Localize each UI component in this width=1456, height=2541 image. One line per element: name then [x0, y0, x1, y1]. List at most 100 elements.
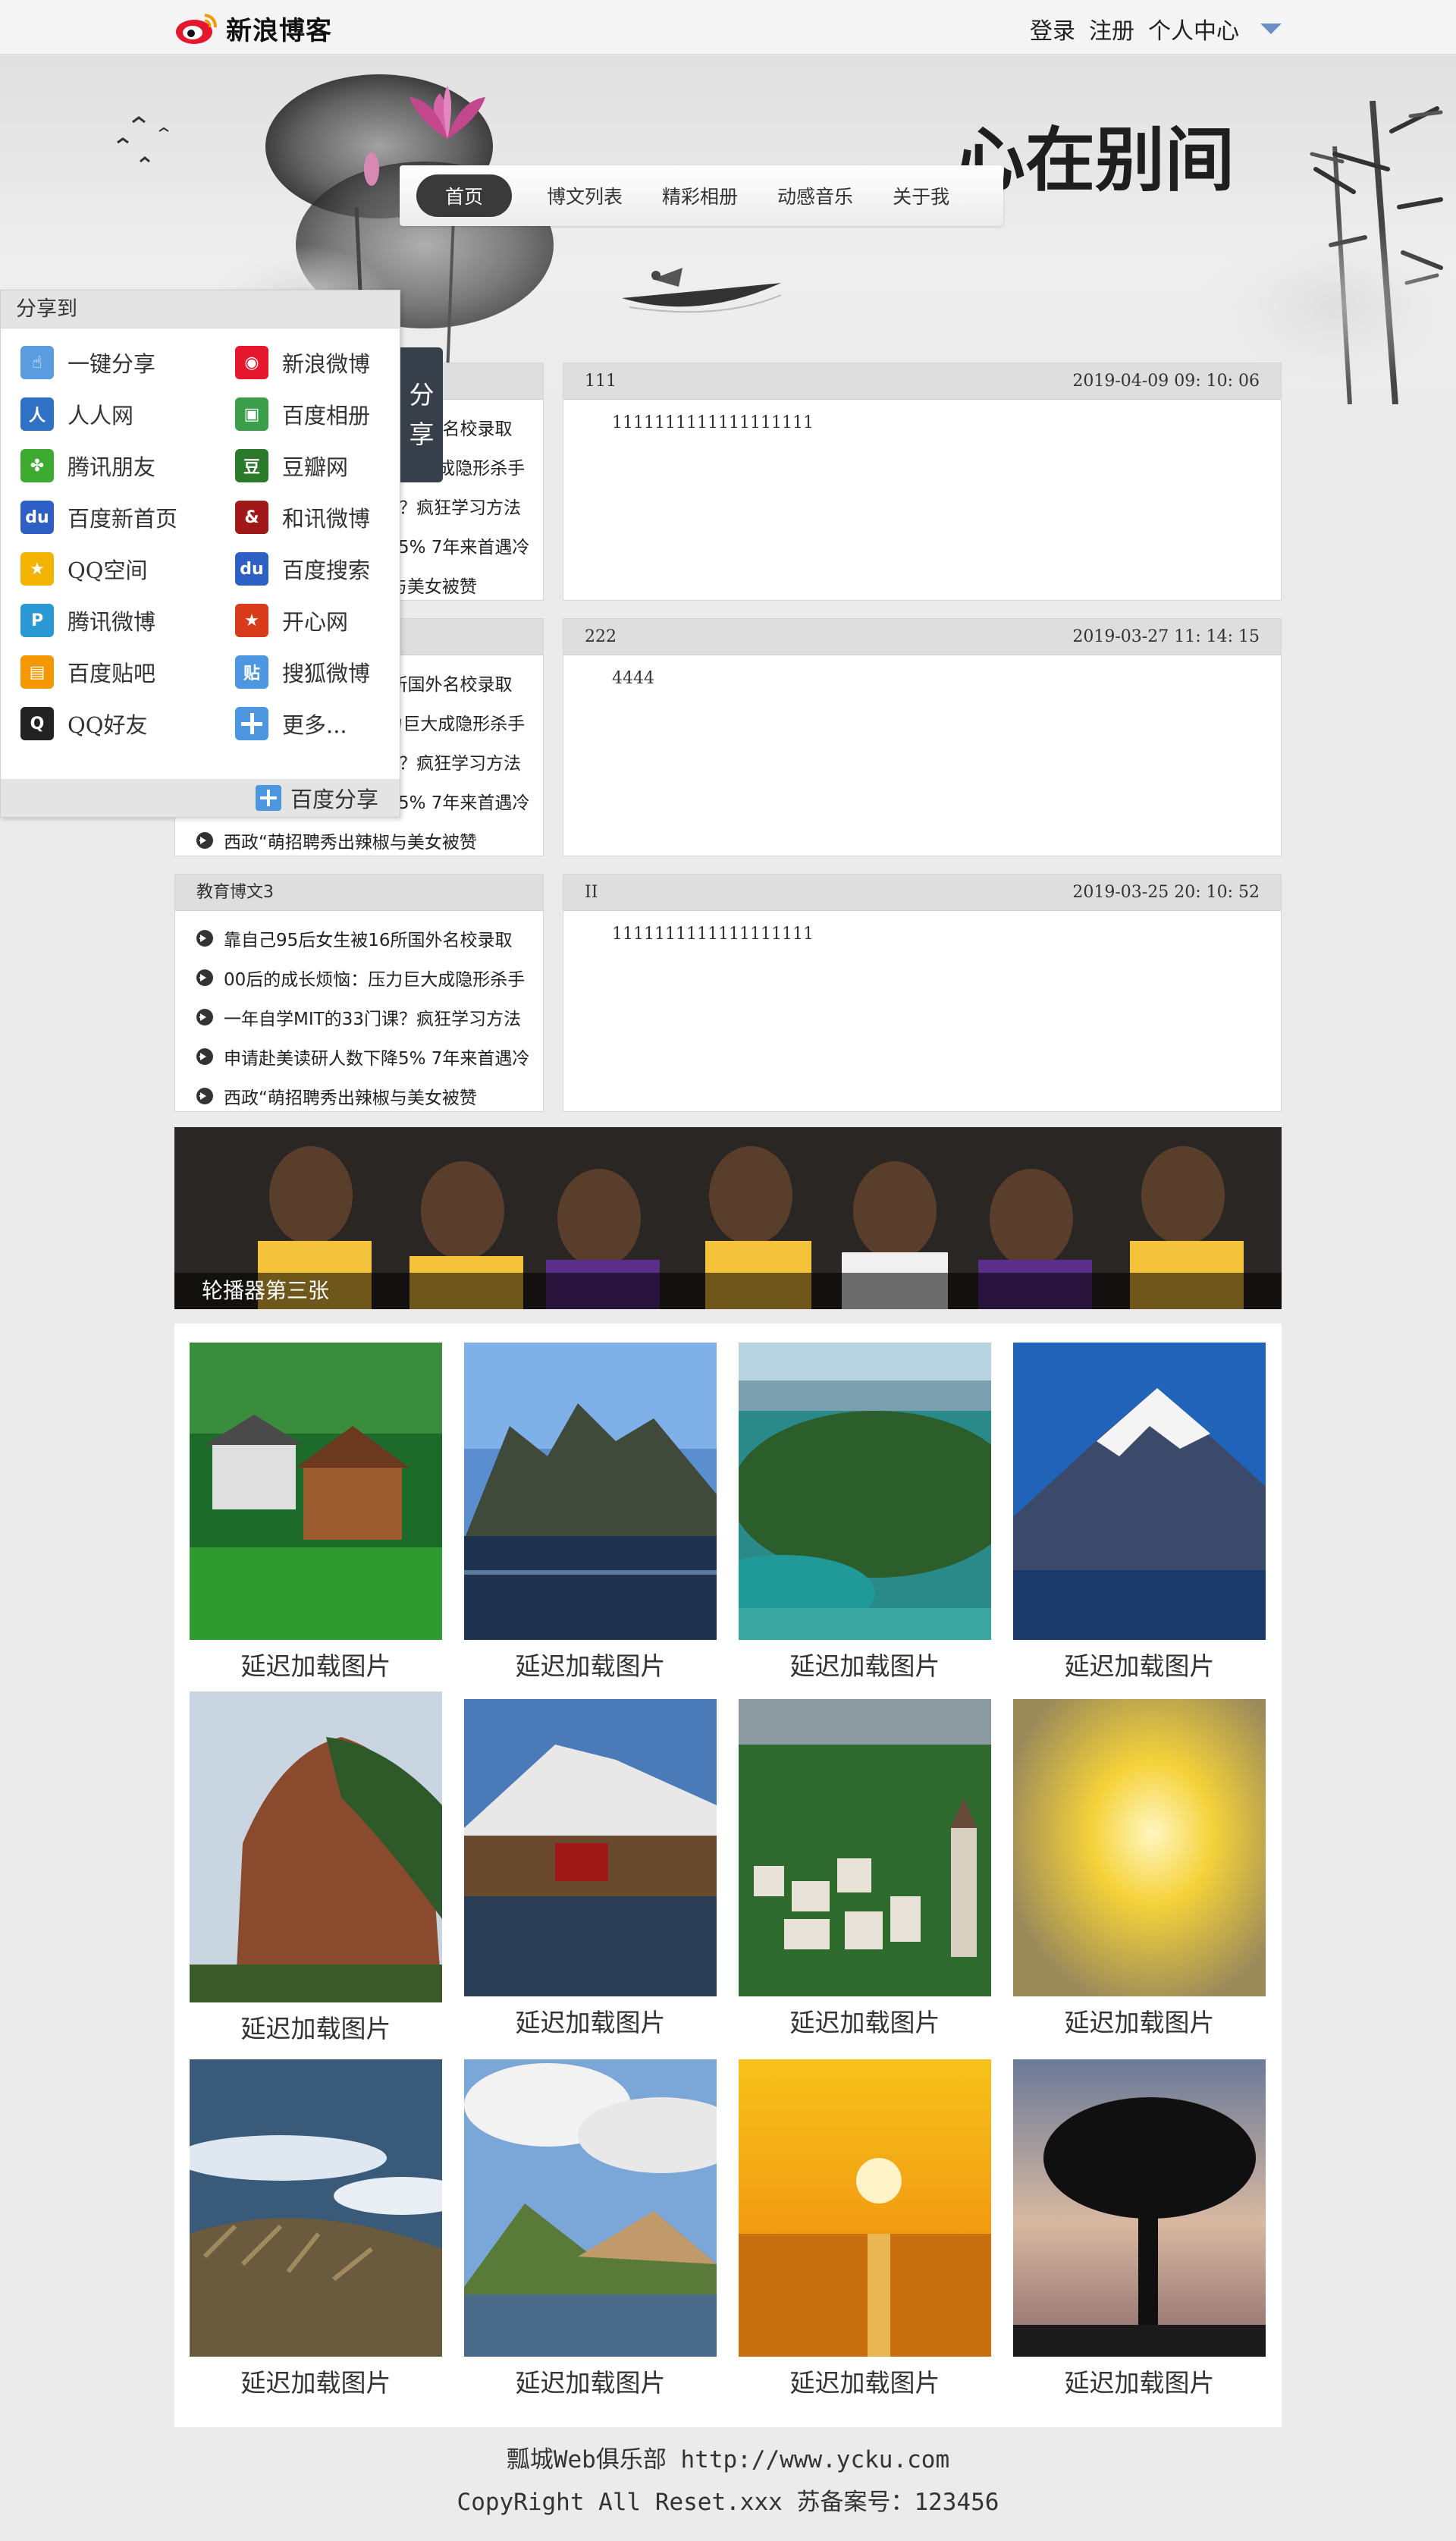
photo-snow-mountain[interactable] [1013, 1343, 1266, 1640]
post-header: II 2019-03-25 20: 10: 52 [563, 875, 1281, 911]
article-link[interactable]: 西政“萌招聘秀出辣椒与美女被赞 [224, 828, 477, 853]
top-bar: 新浪博客 登录 注册 个人中心 [0, 0, 1456, 55]
share-qzone[interactable]: ★ QQ空间 [20, 550, 148, 588]
gallery-item[interactable]: 延迟加载图片 [190, 1343, 442, 1682]
share-hexun-weibo[interactable]: & 和讯微博 [235, 498, 370, 536]
account-links: 登录 注册 个人中心 [1030, 12, 1282, 46]
post-header: 222 2019-03-27 11: 14: 15 [563, 619, 1281, 655]
nav-about[interactable]: 关于我 [876, 176, 966, 215]
login-link[interactable]: 登录 [1030, 12, 1075, 46]
post-title[interactable]: II [585, 875, 598, 910]
gallery-item[interactable]: 延迟加载图片 [464, 1343, 717, 1682]
photo-caption: 延迟加载图片 [789, 1651, 940, 1681]
article-link[interactable]: 西政“萌招聘秀出辣椒与美女被赞 [224, 1083, 477, 1109]
photo-caption: 延迟加载图片 [1064, 2008, 1215, 2037]
photo-golden-sky[interactable] [1013, 1699, 1266, 1996]
gallery-item[interactable]: 延迟加载图片 [190, 2059, 442, 2399]
gallery-item[interactable]: 延迟加载图片 [1013, 2059, 1266, 2399]
list-item[interactable]: 00后的成长烦恼：压力巨大成隐形杀手 [175, 958, 543, 997]
photo-green-hills-lake[interactable] [464, 2059, 717, 2357]
footer-copyright: CopyRight All Reset.xxx 苏备案号：123456 [457, 2489, 999, 2516]
list-item[interactable]: 西政“萌招聘秀出辣椒与美女被赞 [175, 1076, 543, 1116]
share-qq-friends[interactable]: Q QQ好友 [20, 705, 148, 743]
baidu-album-icon: ▣ [235, 397, 268, 431]
share-sina-weibo[interactable]: ◉ 新浪微博 [235, 344, 370, 382]
gallery-item[interactable]: 延迟加载图片 [1013, 1343, 1266, 1682]
post-date: 2019-03-25 20: 10: 52 [1072, 883, 1260, 902]
article-link[interactable]: 申请赴美读研人数下降5% 7年来首遇冷 [224, 1044, 529, 1069]
renren-icon: 人 [20, 397, 54, 431]
baidu-share-link[interactable]: 百度分享 [1, 779, 400, 817]
gallery-item[interactable]: 延迟加载图片 [739, 1691, 991, 2039]
photo-house-forest[interactable] [190, 1343, 442, 1640]
post-card: 111 2019-04-09 09: 10: 06 11111111111111… [563, 363, 1282, 601]
site-logo[interactable]: 新浪博客 [174, 9, 332, 47]
list-item[interactable]: 申请赴美读研人数下降5% 7年来首遇冷 [175, 1037, 543, 1076]
share-baidu-tieba[interactable]: ▤ 百度贴吧 [20, 653, 155, 691]
share-tencent-friends[interactable]: ✤ 腾讯朋友 [20, 447, 155, 485]
content-row-3: 教育博文3 靠自己95后女生被16所国外名校录取 00后的成长烦恼：压力巨大成隐… [174, 874, 1282, 1112]
arrow-right-icon [196, 930, 213, 947]
share-douban[interactable]: 豆豆瓣网 [235, 447, 348, 485]
share-panel: 分享到 ☝ 一键分享 ◉ 新浪微博 人人人网 ▣ 百度相册 ✤ 腾讯朋友 豆豆瓣网 du… [0, 290, 400, 818]
douban-icon: 豆 [235, 449, 268, 482]
gallery-item[interactable]: 延迟加载图片 [464, 2059, 717, 2399]
photo-snowy-river[interactable] [190, 2059, 442, 2357]
article-link[interactable]: 靠自己95后女生被16所国外名校录取 [224, 925, 513, 951]
sina-weibo-icon: ◉ [235, 346, 268, 379]
hexun-weibo-icon: & [235, 501, 268, 534]
photo-sunset-sea[interactable] [739, 2059, 991, 2357]
arrow-right-icon [196, 969, 213, 986]
photo-karst-lake[interactable] [464, 1343, 717, 1640]
gallery-item[interactable]: 延迟加载图片 [464, 1691, 717, 2039]
photo-village-church[interactable] [739, 1699, 991, 1996]
share-tencent-weibo[interactable]: P 腾讯微博 [20, 601, 155, 639]
register-link[interactable]: 注册 [1089, 12, 1134, 46]
post-title[interactable]: 222 [585, 619, 617, 655]
gallery-item[interactable]: 延迟加载图片 [739, 2059, 991, 2399]
sohu-weibo-icon: 贴 [235, 655, 268, 689]
share-more[interactable]: 更多... [235, 705, 347, 743]
photo-snow-mountain-pavilion[interactable] [464, 1699, 717, 1996]
post-title[interactable]: 111 [585, 363, 617, 399]
share-one-click[interactable]: ☝ 一键分享 [20, 344, 155, 382]
photo-caption: 延迟加载图片 [515, 2368, 666, 2398]
footer-club-link[interactable]: 瓢城Web俱乐部 http://www.ycku.com [0, 2439, 1456, 2481]
article-link[interactable]: 一年自学MIT的33门课？疯狂学习方法 [224, 1004, 521, 1030]
list-item[interactable]: 西政“萌招聘秀出辣椒与美女被赞 [175, 821, 543, 860]
photo-caption: 延迟加载图片 [789, 2368, 940, 2398]
arrow-right-icon [196, 1088, 213, 1104]
photo-lone-tree[interactable] [1013, 2059, 1266, 2357]
nav-music[interactable]: 动感音乐 [761, 176, 870, 215]
article-link[interactable]: 00后的成长烦恼：压力巨大成隐形杀手 [224, 965, 525, 991]
share-tab-char-1: 分 [409, 380, 435, 410]
gallery-item[interactable]: 延迟加载图片 [739, 1343, 991, 1682]
photo-island-lake[interactable] [739, 1343, 991, 1640]
chevron-down-icon[interactable] [1260, 24, 1282, 34]
share-baidu-home[interactable]: du 百度新首页 [20, 498, 177, 536]
photo-caption: 延迟加载图片 [515, 2008, 666, 2037]
personal-center-link[interactable]: 个人中心 [1148, 12, 1239, 46]
share-renren[interactable]: 人人人网 [20, 395, 133, 433]
share-sohu-weibo[interactable]: 贴搜狐微博 [235, 653, 370, 691]
share-kaixin[interactable]: ★ 开心网 [235, 601, 348, 639]
post-card: 222 2019-03-27 11: 14: 15 4444 [563, 618, 1282, 856]
tencent-weibo-icon: P [20, 604, 54, 637]
list-item[interactable]: 靠自己95后女生被16所国外名校录取 [175, 919, 543, 958]
share-baidu-album[interactable]: ▣ 百度相册 [235, 395, 370, 433]
gallery-item[interactable]: 延迟加载图片 [190, 1691, 442, 2045]
photo-caption: 延迟加载图片 [789, 2008, 940, 2037]
share-baidu-search[interactable]: du 百度搜索 [235, 550, 370, 588]
nav-home[interactable]: 首页 [416, 174, 513, 217]
nav-album[interactable]: 精彩相册 [645, 176, 755, 215]
photo-caption: 延迟加载图片 [240, 1651, 391, 1681]
image-carousel[interactable]: 轮播器第三张 [174, 1127, 1282, 1309]
share-toggle-tab[interactable]: 分 享 [400, 347, 443, 482]
carousel-caption: 轮播器第三张 [174, 1273, 1282, 1309]
list-item[interactable]: 一年自学MIT的33门课？疯狂学习方法 [175, 997, 543, 1037]
nav-article-list[interactable]: 博文列表 [530, 176, 639, 215]
weibo-logo-icon [174, 11, 220, 46]
photo-red-cliff[interactable] [190, 1691, 442, 2002]
gallery-item[interactable]: 延迟加载图片 [1013, 1691, 1266, 2039]
arrow-right-icon [196, 832, 213, 849]
